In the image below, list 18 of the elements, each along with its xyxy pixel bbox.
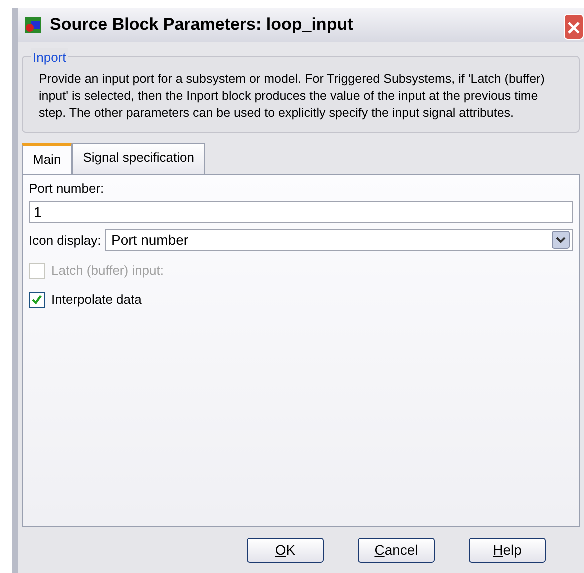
close-button[interactable] — [564, 14, 584, 40]
window-title: Source Block Parameters: loop_input — [50, 14, 354, 36]
checkbox-label: Latch (buffer) input: — [52, 262, 164, 280]
tab[interactable]: Main — [22, 143, 72, 174]
field-label: Icon display: — [29, 232, 102, 250]
app-icon — [24, 16, 42, 34]
close-icon — [567, 20, 581, 35]
dialog-button[interactable]: Help — [469, 538, 546, 562]
dialog-button[interactable]: Cancel — [358, 538, 435, 562]
field-label: Port number: — [29, 180, 106, 198]
dropdown[interactable]: Port number — [104, 229, 573, 252]
input-field[interactable]: 1 — [29, 201, 573, 223]
dialog-button[interactable]: OK — [247, 538, 324, 562]
checkbox-label: Interpolate data — [52, 290, 142, 309]
tab[interactable]: Signal specification — [72, 143, 206, 174]
description-text: Provide an input port for a subsystem or model. For Triggered Subsystems, if 'Latch (buffer) input' is selected, then the Inport block produces the value of the input at the previous time step. The other parameters can be used to explicitly specify the input signal attributes. — [39, 71, 546, 122]
checkbox[interactable] — [29, 292, 45, 308]
caret-icon[interactable] — [552, 231, 570, 250]
